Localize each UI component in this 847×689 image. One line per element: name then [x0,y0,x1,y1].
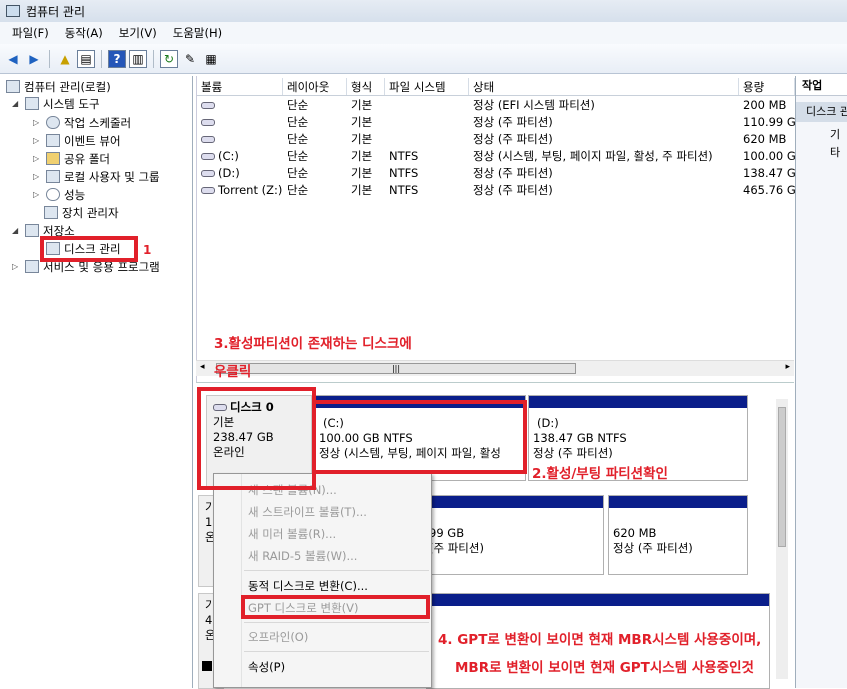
annotation-step-2: 2.활성/부팅 파티션확인 [532,466,668,482]
menu-new-mirrored-volume[interactable]: 새 미러 볼륨(R)... [248,526,336,542]
expanded-arrow-icon[interactable]: ◢ [12,99,21,108]
highlight-disk0 [197,387,316,490]
menu-action[interactable]: 동작(A) [57,25,111,41]
tree-event-viewer[interactable]: ▷ 이벤트 뷰어 [33,132,121,149]
partition-3[interactable]: 620 MB 정상 (주 파티션) [608,495,748,575]
table-row[interactable]: Torrent (Z:) 단순 기본 NTFS 정상 (주 파티션) 465.7… [197,182,795,199]
shared-folder-icon [46,152,60,165]
menu-help[interactable]: 도움말(H) [165,25,230,41]
action-more[interactable]: 기타 [796,126,847,159]
legend-unallocated-swatch [202,661,212,671]
vertical-scroll-thumb[interactable] [778,407,786,547]
computer-icon [6,80,20,93]
col-capacity[interactable]: 용량 [739,78,795,95]
export-icon[interactable]: ▦ [202,50,220,68]
drive-icon [201,170,215,177]
disk-context-menu: 새 스팬 볼륨(N)... 새 스트라이프 볼륨(T)... 새 미러 볼륨(R… [213,473,432,688]
action-pane-icon[interactable]: ▥ [129,49,147,68]
help-icon[interactable]: ? [108,49,126,68]
horizontal-scrollbar[interactable]: ◂ ||| ▸ [196,360,794,376]
collapsed-arrow-icon[interactable]: ▷ [33,118,42,127]
title-bar: 컴퓨터 관리 [0,0,847,22]
window-title: 컴퓨터 관리 [26,4,86,19]
users-icon [46,170,60,183]
device-manager-icon [44,206,58,219]
table-row[interactable]: (D:) 단순 기본 NTFS 정상 (주 파티션) 138.47 G [197,165,795,182]
annotation-step-3-line2: 우클릭 [214,364,252,380]
tree-root[interactable]: 컴퓨터 관리(로컬) [6,78,111,95]
services-icon [25,260,39,273]
table-row[interactable]: 단순 기본 정상 (주 파티션) 620 MB [197,131,795,148]
annotation-step-4-line1: 4. GPT로 변환이 보이면 현재 MBR시스템 사용중이며, [438,632,762,648]
menu-convert-dynamic[interactable]: 동적 디스크로 변환(C)... [248,578,368,594]
col-status[interactable]: 상태 [469,78,739,95]
clock-icon [46,116,60,129]
tree-task-scheduler[interactable]: ▷ 작업 스케줄러 [33,114,131,131]
col-filesystem[interactable]: 파일 시스템 [385,78,469,95]
show-tree-icon[interactable]: ▤ [77,49,95,68]
menu-new-striped-volume[interactable]: 새 스트라이프 볼륨(T)... [248,504,367,520]
action-pane-header: 작업 [796,76,847,96]
col-type[interactable]: 형식 [347,78,385,95]
storage-icon [25,224,39,237]
tree-device-manager[interactable]: 장치 관리자 [44,204,119,221]
highlight-disk-management [40,236,138,262]
collapsed-arrow-icon[interactable]: ▷ [12,262,21,271]
menu-view[interactable]: 보기(V) [111,25,165,41]
scroll-thumb[interactable]: ||| [216,363,576,374]
col-layout[interactable]: 레이아웃 [283,78,347,95]
highlight-convert-gpt [241,595,430,619]
menu-new-raid5-volume[interactable]: 새 RAID-5 볼륨(W)... [248,548,357,564]
toolbar: ◀ ▶ ▲ ▤ ? ▥ ↻ ✎ ▦ [0,44,847,74]
collapsed-arrow-icon[interactable]: ▷ [33,172,42,181]
tools-icon [25,97,39,110]
tree-shared-folders[interactable]: ▷ 공유 폴더 [33,150,110,167]
table-row[interactable]: 단순 기본 정상 (EFI 시스템 파티션) 200 MB [197,97,795,114]
volume-table-header: 볼륨 레이아웃 형식 파일 시스템 상태 용량 [197,78,795,96]
menu-bar: 파일(F) 동작(A) 보기(V) 도움말(H) [0,22,847,44]
menu-file[interactable]: 파일(F) [4,25,57,41]
collapsed-arrow-icon[interactable]: ▷ [33,190,42,199]
computer-management-icon [6,5,20,17]
drive-icon [201,102,215,109]
drive-icon [201,119,215,126]
partition-2[interactable]: 99 GB (주 파티션) [426,495,604,575]
up-folder-icon[interactable]: ▲ [56,50,74,68]
action-disk-management[interactable]: 디스크 관 [796,102,847,122]
menu-offline[interactable]: 오프라인(O) [248,629,308,645]
navigation-tree: 컴퓨터 관리(로컬) ◢ 시스템 도구 ▷ 작업 스케줄러 ▷ 이벤트 뷰어 ▷ 공유 … [0,76,193,688]
action-pane: 작업 디스크 관 기타 [795,76,847,688]
menu-properties[interactable]: 속성(P) [248,659,285,675]
drive-icon [201,187,215,194]
table-row[interactable]: 단순 기본 정상 (주 파티션) 110.99 G [197,114,795,131]
table-row[interactable]: (C:) 단순 기본 NTFS 정상 (시스템, 부팅, 페이지 파일, 활성,… [197,148,795,165]
highlight-active-partition [312,400,527,474]
drive-icon [201,153,215,160]
scroll-left-icon[interactable]: ◂ [200,362,205,372]
properties-icon[interactable]: ✎ [181,50,199,68]
tree-local-users[interactable]: ▷ 로컬 사용자 및 그룹 [33,168,160,185]
annotation-step-3-line1: 3.활성파티션이 존재하는 디스크에 [214,336,412,352]
scroll-right-icon[interactable]: ▸ [785,362,790,372]
performance-icon [46,188,60,201]
annotation-step-4-line2: MBR로 변환이 보이면 현재 GPT시스템 사용중인것 [455,660,754,676]
tree-system-tools[interactable]: ◢ 시스템 도구 [12,95,100,112]
tree-performance[interactable]: ▷ 성능 [33,186,85,203]
back-icon[interactable]: ◀ [4,50,22,68]
annotation-step-1: 1 [143,243,152,257]
drive-icon [201,136,215,143]
col-volume[interactable]: 볼륨 [197,78,283,95]
collapsed-arrow-icon[interactable]: ▷ [33,154,42,163]
event-viewer-icon [46,134,60,147]
expanded-arrow-icon[interactable]: ◢ [12,226,21,235]
vertical-scrollbar[interactable] [776,399,788,679]
forward-icon[interactable]: ▶ [25,50,43,68]
collapsed-arrow-icon[interactable]: ▷ [33,136,42,145]
refresh-icon[interactable]: ↻ [160,49,178,68]
